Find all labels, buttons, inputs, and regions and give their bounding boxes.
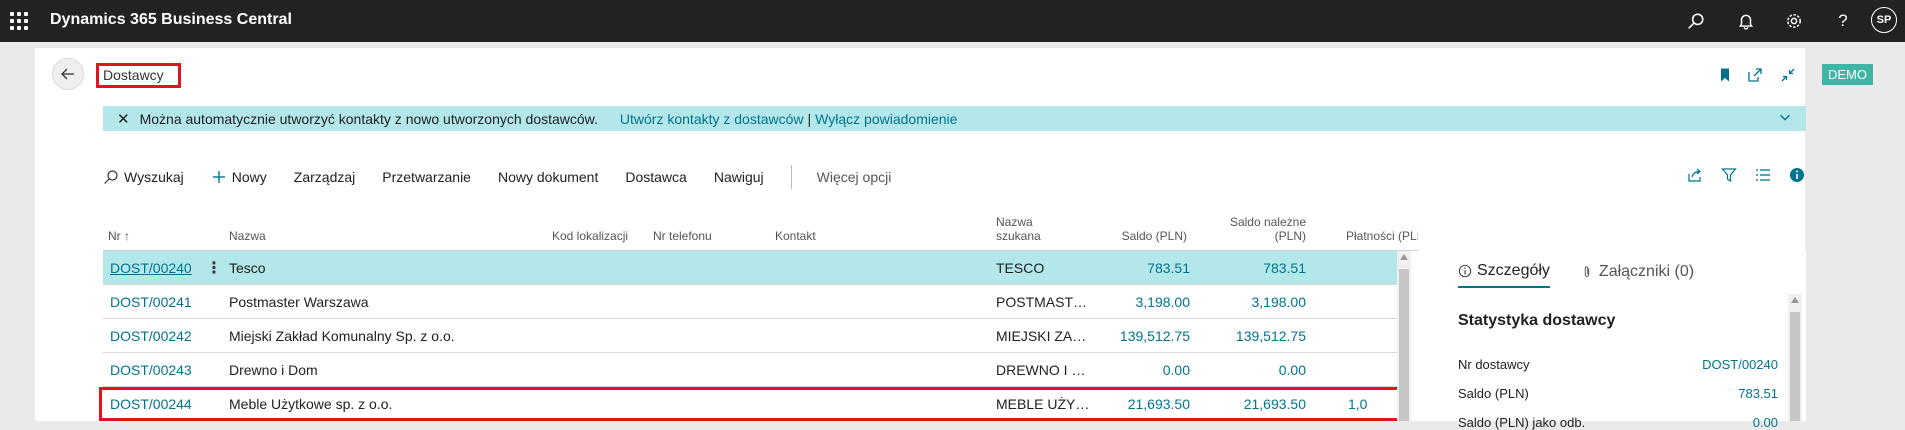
- column-header-search-name[interactable]: Nazwa szukana: [996, 215, 1041, 243]
- column-header-balance-due[interactable]: Saldo należne (PLN): [1203, 215, 1306, 243]
- gear-icon[interactable]: [1783, 10, 1805, 32]
- factbox-row: Saldo (PLN) jako odb. 0.00: [1458, 415, 1778, 430]
- search-icon[interactable]: [1685, 10, 1707, 32]
- app-title[interactable]: Dynamics 365 Business Central: [50, 11, 292, 29]
- notification-text: Można automatycznie utworzyć kontakty z …: [139, 110, 598, 127]
- new-document-menu[interactable]: Nowy dokument: [498, 169, 598, 185]
- tab-attachments[interactable]: Załączniki (0): [1580, 262, 1694, 288]
- search-name: POSTMAST…: [996, 294, 1088, 310]
- page-title: Dostawcy: [96, 63, 181, 88]
- factbox-title: Statystyka dostawcy: [1458, 312, 1616, 329]
- vendor-no-link[interactable]: DOST/00240: [110, 260, 192, 276]
- help-icon[interactable]: ?: [1832, 10, 1854, 32]
- tab-details[interactable]: Szczegóły: [1458, 262, 1550, 288]
- top-bar: Dynamics 365 Business Central ? SP: [0, 0, 1905, 42]
- factbox-value-link[interactable]: 0.00: [1753, 415, 1778, 430]
- search-name: DREWNO I …: [996, 362, 1086, 378]
- search-button[interactable]: Wyszukaj: [103, 169, 184, 185]
- avatar[interactable]: SP: [1871, 7, 1897, 33]
- balance-value[interactable]: 783.51: [1106, 260, 1190, 276]
- vendor-menu[interactable]: Dostawca: [625, 169, 686, 185]
- grid-header: Nr ↑ Nazwa Kod lokalizacji Nr telefonu K…: [103, 212, 1418, 251]
- column-header-contact[interactable]: Kontakt: [775, 229, 816, 243]
- table-row[interactable]: DOST/00242 Miejski Zakład Komunalny Sp. …: [103, 319, 1403, 353]
- table-row[interactable]: DOST/00241 Postmaster Warszawa POSTMAST……: [103, 285, 1403, 319]
- disable-notification-link[interactable]: Wyłącz powiadomienie: [815, 111, 957, 127]
- row-highlight-frame: [99, 387, 1403, 421]
- navigate-menu[interactable]: Nawiguj: [714, 169, 764, 185]
- list-view-icon[interactable]: [1754, 166, 1772, 184]
- balance-value[interactable]: 3,198.00: [1106, 294, 1191, 310]
- factbox-value-link[interactable]: DOST/00240: [1702, 357, 1778, 372]
- factbox-scrollbar[interactable]: [1788, 294, 1802, 421]
- balance-due-value[interactable]: 783.51: [1203, 260, 1306, 276]
- new-button[interactable]: Nowy: [211, 169, 267, 185]
- info-outline-icon: [1458, 264, 1472, 278]
- balance-due-value[interactable]: 3,198.00: [1203, 294, 1307, 310]
- factbox-pane: Szczegóły Załączniki (0) Statystyka dost…: [1418, 250, 1806, 430]
- chevron-down-icon[interactable]: [1778, 110, 1792, 124]
- vendor-no-link[interactable]: DOST/00241: [110, 294, 192, 310]
- factbox-label: Saldo (PLN) jako odb.: [1458, 415, 1586, 430]
- open-new-window-icon[interactable]: [1746, 66, 1764, 84]
- table-row[interactable]: DOST/00243 Drewno i Dom DREWNO I … 0.00 …: [103, 353, 1403, 387]
- more-options-button[interactable]: Więcej opcji: [817, 169, 892, 185]
- process-menu[interactable]: Przetwarzanie: [382, 169, 471, 185]
- collapse-icon[interactable]: [1779, 66, 1797, 84]
- vendor-name: Tesco: [229, 260, 266, 276]
- toolbar-divider: [790, 165, 792, 189]
- balance-due-value[interactable]: 0.00: [1203, 362, 1306, 378]
- arrow-left-icon: [61, 68, 74, 80]
- sort-arrow-up-icon: ↑: [120, 229, 131, 243]
- balance-value[interactable]: 139,512.75: [1106, 328, 1190, 344]
- factbox-value-link[interactable]: 783.51: [1738, 386, 1778, 401]
- row-menu-icon[interactable]: ⋮: [206, 258, 222, 278]
- column-header-name[interactable]: Nazwa: [229, 229, 266, 243]
- search-name: TESCO: [996, 260, 1045, 276]
- factbox-label: Nr dostawcy: [1458, 357, 1530, 372]
- app-launcher-icon[interactable]: [10, 12, 28, 30]
- plus-icon: [212, 171, 225, 183]
- vendor-name: Miejski Zakład Komunalny Sp. z o.o.: [229, 328, 455, 344]
- search-icon: [104, 170, 118, 184]
- bell-icon[interactable]: [1735, 10, 1757, 32]
- close-icon[interactable]: ✕: [117, 110, 130, 128]
- balance-due-value[interactable]: 139,512.75: [1203, 328, 1306, 344]
- factbox-row: Nr dostawcy DOST/00240: [1458, 357, 1778, 372]
- notification-bar: ✕ Można automatycznie utworzyć kontakty …: [103, 106, 1806, 131]
- paperclip-icon: [1584, 266, 1590, 277]
- scrollbar-thumb[interactable]: [1399, 269, 1409, 421]
- notification-separator: |: [807, 110, 812, 127]
- factbox-row: Saldo (PLN) 783.51: [1458, 386, 1778, 401]
- scrollbar-thumb[interactable]: [1790, 312, 1800, 421]
- vendor-name: Drewno i Dom: [229, 362, 318, 378]
- search-name: MIEJSKI ZA…: [996, 328, 1087, 344]
- bookmark-icon[interactable]: [1716, 66, 1734, 84]
- scroll-up-arrow-icon[interactable]: [1400, 254, 1408, 260]
- vendor-name: Postmaster Warszawa: [229, 294, 369, 310]
- vendor-no-link[interactable]: DOST/00242: [110, 328, 192, 344]
- back-button[interactable]: [52, 58, 84, 90]
- factbox-label: Saldo (PLN): [1458, 386, 1529, 401]
- scroll-up-arrow-icon[interactable]: [1791, 297, 1799, 303]
- grid-scrollbar[interactable]: [1397, 251, 1411, 421]
- action-bar: Wyszukaj Nowy Zarządzaj Przetwarzanie No…: [103, 164, 1806, 190]
- create-contacts-link[interactable]: Utwórz kontakty z dostawców: [620, 111, 804, 127]
- filter-icon[interactable]: [1720, 166, 1738, 184]
- column-header-balance[interactable]: Saldo (PLN): [1106, 229, 1187, 243]
- column-header-payments[interactable]: Płatności (PLN): [1346, 229, 1418, 243]
- column-header-location[interactable]: Kod lokalizacji: [552, 229, 628, 243]
- balance-value[interactable]: 0.00: [1106, 362, 1190, 378]
- column-header-phone[interactable]: Nr telefonu: [653, 229, 712, 243]
- info-icon[interactable]: [1788, 166, 1806, 184]
- column-header-no[interactable]: Nr ↑: [108, 229, 130, 243]
- demo-badge: DEMO: [1822, 64, 1873, 85]
- share-icon[interactable]: [1686, 166, 1704, 184]
- table-row[interactable]: DOST/00240 ⋮ Tesco TESCO 783.51 783.51: [103, 251, 1403, 285]
- vendor-no-link[interactable]: DOST/00243: [110, 362, 192, 378]
- manage-menu[interactable]: Zarządzaj: [294, 169, 355, 185]
